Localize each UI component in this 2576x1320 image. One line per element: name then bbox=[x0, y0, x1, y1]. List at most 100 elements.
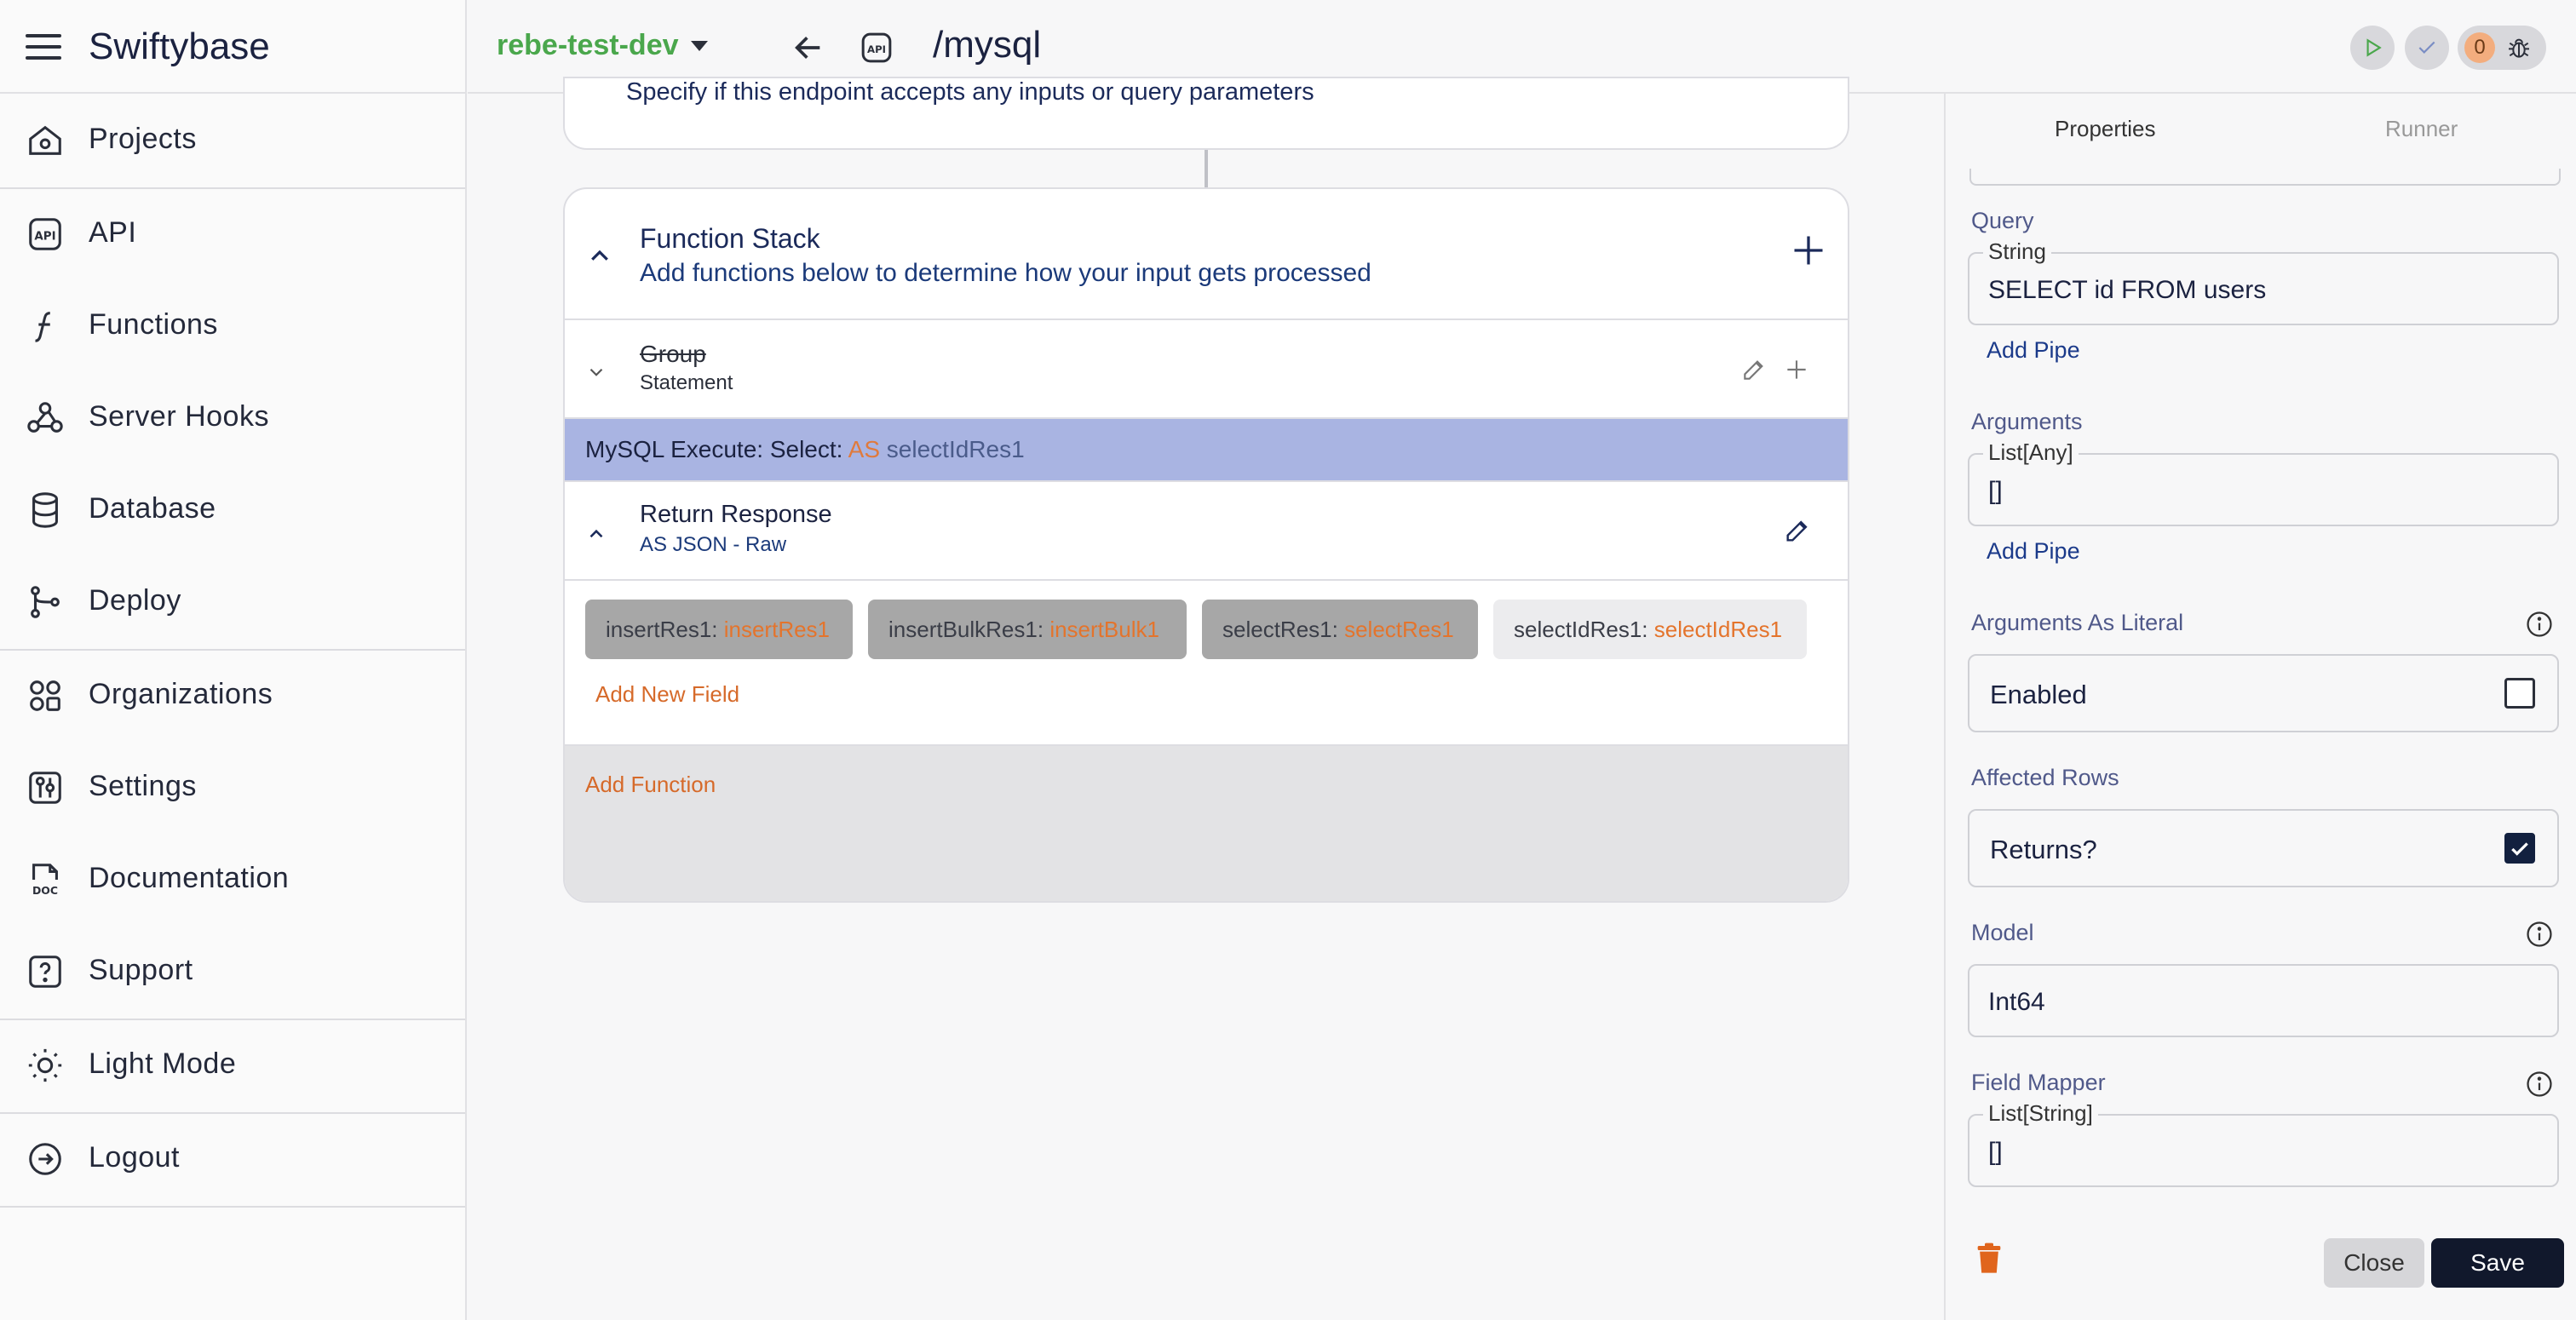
sidebar-item-deploy[interactable]: Deploy bbox=[0, 564, 465, 640]
menu-icon[interactable] bbox=[26, 34, 61, 60]
sidebar-item-functions[interactable]: Functions bbox=[0, 288, 465, 364]
args-literal-label: Arguments As Literal bbox=[1971, 610, 2184, 635]
info-icon[interactable] bbox=[2525, 610, 2554, 639]
validate-button[interactable] bbox=[2405, 26, 2449, 70]
chevron-down-icon[interactable] bbox=[585, 361, 607, 383]
arguments-value: [] bbox=[1988, 477, 2003, 505]
inputs-card[interactable]: Specify if this endpoint accepts any inp… bbox=[563, 77, 1849, 150]
field-mapper-value: [] bbox=[1988, 1138, 2003, 1166]
chip-key: selectIdRes1: bbox=[1514, 617, 1654, 642]
sidebar-item-label: Deploy bbox=[89, 584, 181, 617]
previous-field-box bbox=[1969, 169, 2561, 186]
project-selector[interactable]: rebe-test-dev bbox=[497, 29, 679, 62]
panel-tabs: Properties Runner bbox=[1946, 94, 2576, 170]
affected-rows-toggle[interactable]: Returns? bbox=[1968, 809, 2559, 887]
add-function-icon[interactable] bbox=[1790, 232, 1827, 269]
field-chip[interactable]: selectIdRes1: selectIdRes1 bbox=[1493, 600, 1807, 659]
sidebar-item-label: Settings bbox=[89, 770, 197, 802]
sidebar-item-database[interactable]: Database bbox=[0, 472, 465, 548]
field-chip[interactable]: insertRes1: insertRes1 bbox=[585, 600, 853, 659]
model-input[interactable]: Int64 bbox=[1968, 964, 2559, 1037]
info-icon[interactable] bbox=[2525, 1070, 2554, 1099]
sidebar-item-label: API bbox=[89, 216, 137, 249]
result-variable: selectIdRes1 bbox=[886, 436, 1025, 462]
sidebar-item-label: Server Hooks bbox=[89, 400, 269, 433]
sidebar-item-documentation[interactable]: DOC Documentation bbox=[0, 841, 465, 918]
mysql-execute-row[interactable]: MySQL Execute: Select: AS selectIdRes1 bbox=[565, 419, 1848, 482]
group-statement-row[interactable]: Group Statement bbox=[565, 320, 1848, 419]
brand-header: Swiftybase bbox=[0, 0, 465, 94]
sidebar-item-label: Functions bbox=[89, 308, 218, 341]
add-pipe-link[interactable]: Add Pipe bbox=[1987, 538, 2080, 565]
function-stack: Function Stack Add functions below to de… bbox=[563, 187, 1849, 903]
notification-count: 0 bbox=[2464, 32, 2495, 63]
response-fields: insertRes1: insertRes1 insertBulkRes1: i… bbox=[565, 581, 1848, 746]
save-button[interactable]: Save bbox=[2431, 1238, 2564, 1288]
args-literal-toggle[interactable]: Enabled bbox=[1968, 654, 2559, 732]
return-title: Return Response bbox=[640, 501, 832, 528]
return-response-row[interactable]: Return Response AS JSON - Raw bbox=[565, 482, 1848, 581]
add-function-footer: Add Function bbox=[565, 746, 1848, 901]
chip-value: insertRes1 bbox=[723, 617, 831, 642]
run-button[interactable] bbox=[2350, 26, 2395, 70]
database-icon bbox=[32, 492, 58, 528]
sidebar-item-logout[interactable]: Logout bbox=[0, 1121, 465, 1197]
debug-button[interactable]: 0 bbox=[2458, 26, 2546, 70]
mysql-label: MySQL Execute: Select: bbox=[585, 436, 848, 462]
chevron-up-icon[interactable] bbox=[587, 244, 612, 269]
add-function-link[interactable]: Add Function bbox=[585, 772, 716, 798]
chip-value: insertBulk1 bbox=[1049, 617, 1159, 642]
tab-runner[interactable]: Runner bbox=[2385, 116, 2458, 142]
plus-icon[interactable] bbox=[1783, 356, 1810, 383]
sidebar-item-projects[interactable]: Projects bbox=[0, 102, 465, 179]
sidebar-item-label: Database bbox=[89, 492, 216, 525]
chevron-down-icon[interactable] bbox=[691, 41, 708, 51]
add-pipe-link[interactable]: Add Pipe bbox=[1987, 337, 2080, 364]
pencil-icon[interactable] bbox=[1783, 516, 1812, 545]
chip-key: insertRes1: bbox=[606, 617, 724, 642]
api-icon: API bbox=[29, 218, 61, 250]
sidebar-item-support[interactable]: Support bbox=[0, 933, 465, 1010]
args-literal-checkbox[interactable] bbox=[2504, 678, 2535, 709]
sidebar-item-server-hooks[interactable]: Server Hooks bbox=[0, 380, 465, 456]
sidebar-item-settings[interactable]: Settings bbox=[0, 749, 465, 826]
app-title: Swiftybase bbox=[89, 26, 270, 67]
affected-rows-checkbox[interactable] bbox=[2504, 833, 2535, 864]
function-stack-title: Function Stack bbox=[640, 223, 820, 254]
bug-icon bbox=[2509, 38, 2529, 58]
sidebar: Swiftybase Projects API API Functions Se… bbox=[0, 0, 467, 1320]
tab-properties[interactable]: Properties bbox=[2055, 116, 2156, 142]
arguments-input[interactable]: List[Any] [] bbox=[1968, 439, 2559, 526]
pencil-icon[interactable] bbox=[1740, 356, 1768, 383]
close-button[interactable]: Close bbox=[2324, 1238, 2424, 1288]
sidebar-item-api[interactable]: API API bbox=[0, 196, 465, 273]
field-chip[interactable]: insertBulkRes1: insertBulk1 bbox=[868, 600, 1187, 659]
svg-text:DOC: DOC bbox=[32, 884, 58, 897]
group-name: Group bbox=[640, 341, 706, 367]
divider bbox=[0, 187, 465, 189]
chevron-up-icon[interactable] bbox=[585, 523, 607, 545]
doc-icon: DOC bbox=[32, 864, 58, 897]
sidebar-item-label: Organizations bbox=[89, 678, 273, 710]
back-arrow-icon[interactable] bbox=[791, 31, 825, 65]
field-chip[interactable]: selectRes1: selectRes1 bbox=[1202, 600, 1478, 659]
function-icon bbox=[35, 312, 50, 342]
sidebar-item-organizations[interactable]: Organizations bbox=[0, 657, 465, 734]
add-new-field-link[interactable]: Add New Field bbox=[595, 681, 739, 708]
field-mapper-type: List[String] bbox=[1983, 1100, 2098, 1127]
inputs-description: Specify if this endpoint accepts any inp… bbox=[626, 78, 1314, 106]
check-icon bbox=[2418, 41, 2435, 54]
sidebar-item-label: Projects bbox=[89, 123, 197, 155]
affected-rows-label: Affected Rows bbox=[1971, 765, 2119, 790]
query-value: SELECT id FROM users bbox=[1988, 276, 2267, 304]
query-input[interactable]: String SELECT id FROM users bbox=[1968, 238, 2559, 325]
help-icon bbox=[29, 956, 61, 988]
connector-line bbox=[1205, 150, 1208, 187]
field-mapper-label: Field Mapper bbox=[1971, 1070, 2106, 1095]
info-icon[interactable] bbox=[2525, 920, 2554, 949]
trash-icon[interactable] bbox=[1975, 1242, 2004, 1276]
sidebar-item-light-mode[interactable]: Light Mode bbox=[0, 1027, 465, 1104]
sun-icon bbox=[28, 1048, 62, 1082]
field-mapper-input[interactable]: List[String] [] bbox=[1968, 1100, 2559, 1187]
model-value: Int64 bbox=[1988, 988, 2045, 1016]
